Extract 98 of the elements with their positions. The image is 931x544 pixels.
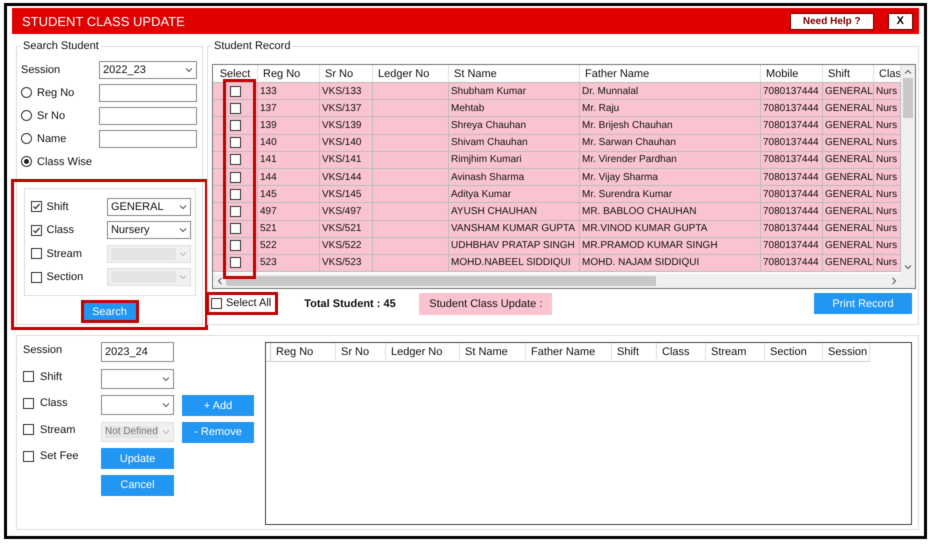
checkbox[interactable] <box>211 298 222 308</box>
dropdown[interactable]: Nursery <box>106 221 190 240</box>
option-label: Stream <box>40 424 76 436</box>
checkbox[interactable] <box>230 188 240 200</box>
table-cell: VKS/523 <box>320 254 373 272</box>
input-field[interactable] <box>99 130 197 148</box>
option-label: Name <box>37 132 66 144</box>
checkbox[interactable] <box>23 450 34 462</box>
chevron-down-icon <box>185 66 193 74</box>
table-cell: GENERAL <box>823 254 874 272</box>
option-label: Section <box>46 271 84 284</box>
radio-button[interactable] <box>21 156 32 167</box>
checkbox[interactable] <box>230 223 240 234</box>
table-cell: MOHD.NABEEL SIDDIQUI <box>449 254 580 272</box>
checkbox[interactable] <box>23 398 34 408</box>
column-header: Ledger No <box>386 343 460 362</box>
column-header: Shift <box>612 343 657 362</box>
total-count: Total Student : 45 <box>304 298 397 310</box>
column-header: Sr No <box>320 65 373 82</box>
checkbox[interactable] <box>230 102 240 114</box>
table-cell: 523 <box>258 254 320 272</box>
chevron-up-icon[interactable] <box>904 68 912 76</box>
cancel-button[interactable]: Cancel <box>101 474 174 496</box>
dropdown[interactable]: 2022_23 <box>99 60 197 78</box>
checkbox[interactable] <box>30 201 42 212</box>
input-field[interactable]: 2023_24 <box>101 342 174 362</box>
column-header: St Name <box>460 343 526 362</box>
field-label: Session <box>23 343 64 356</box>
column-header: Father Name <box>580 65 761 82</box>
option-label: Select All <box>226 297 272 309</box>
input-field[interactable] <box>99 84 197 102</box>
option-label: Set Fee <box>40 450 79 462</box>
column-header: Class <box>657 343 706 362</box>
chevron-down-icon <box>162 374 170 382</box>
option-label: Class <box>40 397 68 409</box>
chevron-down-icon <box>162 428 170 436</box>
column-header: Select <box>213 65 258 82</box>
column-header: Shift <box>823 65 874 82</box>
checkbox[interactable] <box>230 86 240 97</box>
column-header: Reg No <box>271 343 336 362</box>
column-header: Stream <box>706 343 765 362</box>
column-header: Section <box>765 343 823 362</box>
checkbox[interactable] <box>230 257 240 268</box>
radio-button[interactable] <box>21 110 32 121</box>
table-cell: MOHD. NAJAM SIDDIQUI <box>580 254 761 272</box>
status-label: Student Class Update : <box>419 292 552 314</box>
option-label: Stream <box>46 248 82 260</box>
print-button[interactable]: Print Record <box>814 293 912 314</box>
column-header: Sr No <box>336 343 386 362</box>
add-button[interactable]: + Add <box>182 395 254 416</box>
option-label: Shift <box>46 200 69 213</box>
chevron-down-icon <box>178 202 186 211</box>
update-button[interactable]: Update <box>101 448 174 469</box>
option-label: Shift <box>40 370 62 382</box>
radio-button[interactable] <box>21 87 32 98</box>
chevron-down-icon <box>178 273 186 282</box>
option-label: Reg No <box>37 86 74 98</box>
checkbox[interactable] <box>230 154 240 166</box>
chevron-down-icon <box>162 401 170 409</box>
group-title: Student Record <box>213 40 292 52</box>
dropdown[interactable]: GENERAL <box>106 198 190 216</box>
checkbox[interactable] <box>30 224 42 236</box>
chevron-down-icon <box>178 250 186 258</box>
chevron-down-icon <box>178 226 186 234</box>
chevron-right-icon[interactable] <box>890 277 898 285</box>
group-title: Search Student <box>22 40 100 52</box>
search-button[interactable]: Search <box>84 303 136 320</box>
table-cell: 7080137444 <box>761 254 823 272</box>
option-label: Class <box>46 224 74 236</box>
column-header: Session <box>823 343 870 362</box>
checkbox[interactable] <box>230 172 240 183</box>
input-field[interactable] <box>99 106 197 124</box>
dropdown[interactable] <box>101 368 174 388</box>
checkbox[interactable] <box>23 371 34 382</box>
option-label: Class Wise <box>37 156 92 168</box>
close-button[interactable]: X <box>888 12 913 30</box>
help-button[interactable]: Need Help ? <box>790 12 874 30</box>
scrollbar-thumb[interactable] <box>903 78 913 118</box>
checkbox[interactable] <box>230 240 240 252</box>
scrollbar-thumb[interactable] <box>226 276 656 286</box>
column-header: Father Name <box>526 343 612 362</box>
column-header: Ledger No <box>373 65 449 82</box>
column-header: St Name <box>449 65 580 82</box>
radio-button[interactable] <box>21 133 32 144</box>
field-label: Session <box>21 64 62 76</box>
window-title: STUDENT CLASS UPDATE <box>22 14 186 28</box>
remove-button[interactable]: - Remove <box>182 422 254 442</box>
checkbox[interactable] <box>230 120 240 131</box>
scrollbar[interactable] <box>901 65 915 274</box>
column-header: Reg No <box>258 65 320 82</box>
scrollbar[interactable] <box>213 274 901 288</box>
chevron-down-icon[interactable] <box>904 263 912 271</box>
dropdown[interactable] <box>101 395 174 415</box>
checkbox[interactable] <box>230 137 240 148</box>
chevron-left-icon[interactable] <box>216 277 224 285</box>
column-header: Mobile <box>761 65 823 82</box>
checkbox[interactable] <box>230 206 240 217</box>
option-label: Sr No <box>37 110 66 122</box>
